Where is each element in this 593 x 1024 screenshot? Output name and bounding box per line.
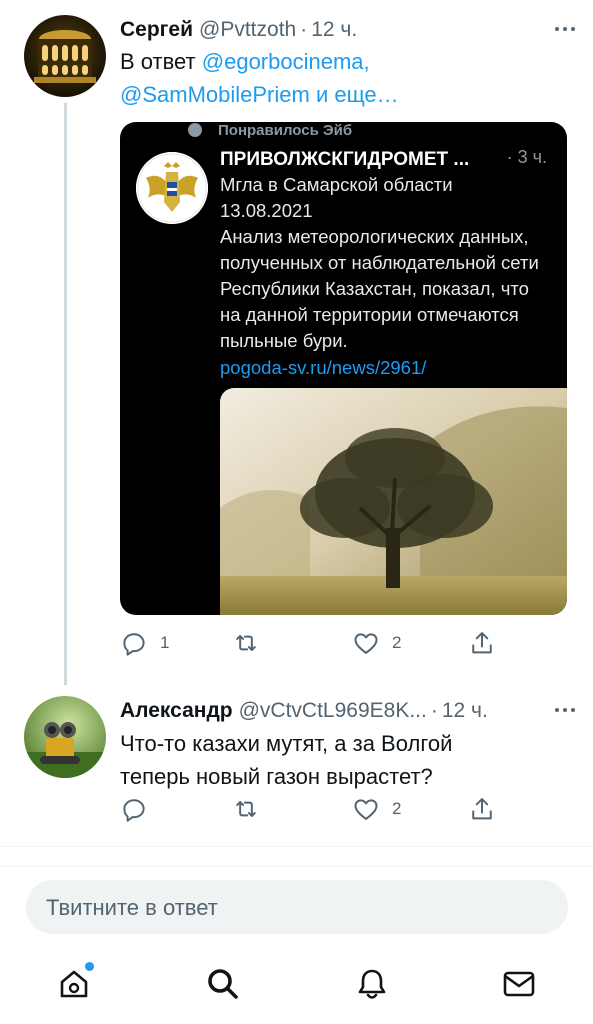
embedded-author-name: ПРИВОЛЖСКГИДРОМЕТ ... <box>220 149 470 170</box>
tweet-alexander[interactable]: Александр @vCtvCtL969E8K... · 12 ч. Что-… <box>0 696 593 846</box>
tweet-header: Сергей @Pvttzoth · 12 ч. <box>120 15 581 45</box>
tweet-actions: 1 2 <box>120 627 500 659</box>
mention-link[interactable]: @SamMobilePriem <box>120 82 310 107</box>
tweet-text: Что-то казахи мутят, а за Волгой теперь … <box>120 727 573 793</box>
author-handle[interactable]: @Pvttzoth <box>199 18 296 42</box>
reply-context: В ответ @egorbocinema, @SamMobilePriem и… <box>120 45 573 111</box>
share-icon <box>472 632 492 654</box>
reply-icon <box>123 799 145 822</box>
reply-prefix: В ответ <box>120 49 196 74</box>
mention-link[interactable]: @egorbocinema <box>202 49 364 74</box>
tweet-text-line: Что-то казахи мутят, а за Волгой <box>120 731 453 756</box>
retweet-icon <box>236 801 256 817</box>
author-name[interactable]: Сергей <box>120 18 193 42</box>
embedded-tweet-header: ПРИВОЛЖСКГИДРОМЕТ ... · 3 ч. <box>220 147 567 173</box>
tweet-header: Александр @vCtvCtL969E8K... · 12 ч. <box>120 696 581 726</box>
author-handle[interactable]: @vCtvCtL969E8K... <box>239 699 427 723</box>
like-count: 2 <box>392 799 402 818</box>
reply-icon <box>123 633 145 656</box>
thread-line <box>64 103 67 685</box>
tab-messages[interactable] <box>499 964 539 1004</box>
heart-icon <box>188 123 202 137</box>
divider <box>0 846 593 847</box>
retweet-button[interactable] <box>232 793 260 825</box>
share-button[interactable] <box>468 627 496 659</box>
reply-count: 1 <box>160 633 170 652</box>
notifications-icon <box>358 969 386 999</box>
tweet-sergey[interactable]: Сергей @Pvttzoth · 12 ч. В ответ @egorbo… <box>0 15 593 685</box>
tweet-text-line: теперь новый газон вырастет? <box>120 764 433 789</box>
heart-icon <box>354 633 378 654</box>
bottom-tab-bar <box>0 950 593 1024</box>
tab-search[interactable] <box>203 964 243 1004</box>
reply-composer-input[interactable]: Твитните в ответ <box>26 880 568 934</box>
retweet-button[interactable] <box>232 627 260 659</box>
tab-notifications[interactable] <box>352 964 392 1004</box>
timestamp[interactable]: 12 ч. <box>442 699 488 723</box>
heart-icon <box>354 799 378 820</box>
home-badge <box>85 962 94 971</box>
liked-by-label: Понравилось Эйб <box>218 122 353 139</box>
timestamp[interactable]: 12 ч. <box>311 18 357 42</box>
reply-button[interactable] <box>120 793 160 825</box>
tweet-actions: 2 <box>120 793 500 825</box>
reply-more[interactable]: и еще… <box>310 82 399 107</box>
avatar[interactable] <box>24 15 106 97</box>
composer-divider <box>0 866 593 867</box>
share-icon <box>472 798 492 820</box>
more-options-icon[interactable] <box>555 27 575 31</box>
emblem-avatar <box>136 152 208 224</box>
share-button[interactable] <box>468 793 496 825</box>
embedded-timestamp: · 3 ч. <box>506 147 547 167</box>
mention-comma: , <box>363 49 370 74</box>
like-button[interactable]: 2 <box>352 627 401 659</box>
embedded-link: pogoda-sv.ru/news/2961/ <box>220 357 427 378</box>
search-icon <box>208 969 238 999</box>
reply-button[interactable]: 1 <box>120 627 169 659</box>
retweet-icon <box>236 635 256 651</box>
avatar[interactable] <box>24 696 106 778</box>
separator-dot: · <box>300 18 308 41</box>
foggy-tree-photo <box>220 388 567 615</box>
attached-screenshot[interactable]: Понравилось Эйб ПРИВОЛЖСКГИДРОМЕТ ... · … <box>120 122 567 615</box>
separator-dot: · <box>430 699 438 722</box>
author-name[interactable]: Александр <box>120 699 233 723</box>
like-count: 2 <box>392 633 402 652</box>
tab-home[interactable] <box>54 962 94 1004</box>
embedded-tweet-text: Мгла в Самарской области 13.08.2021 Анал… <box>220 174 539 351</box>
composer-placeholder: Твитните в ответ <box>46 895 218 920</box>
more-options-icon[interactable] <box>555 708 575 712</box>
messages-icon <box>503 971 535 997</box>
like-button[interactable]: 2 <box>352 793 401 825</box>
